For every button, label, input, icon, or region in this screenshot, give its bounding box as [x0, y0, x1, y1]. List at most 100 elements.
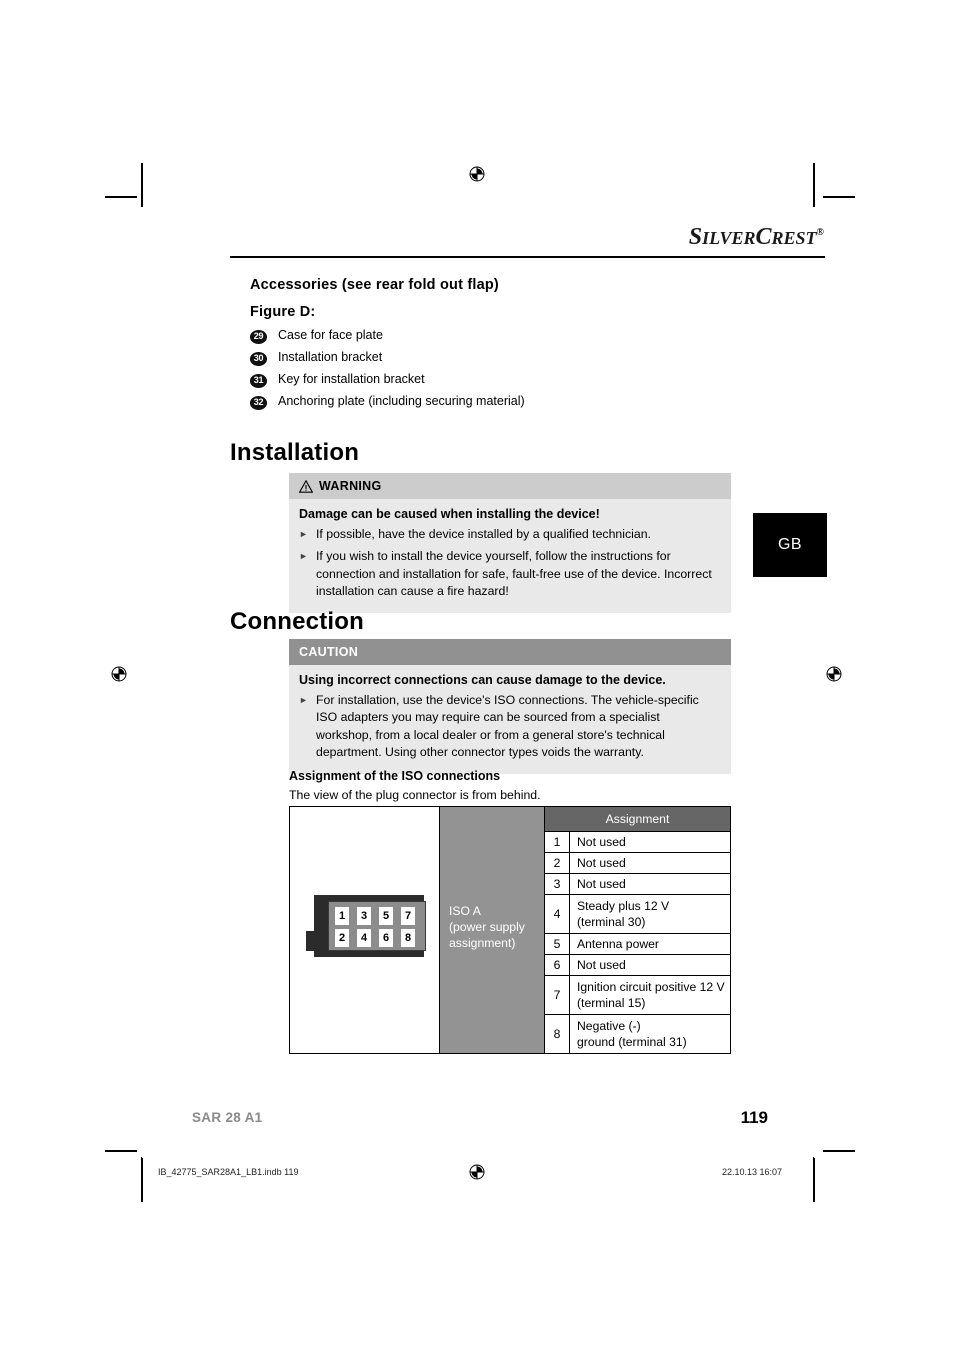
iso-group-label-line3: assignment) [449, 936, 516, 951]
assignment-line1: Not used [577, 876, 626, 891]
connector-pin: 7 [401, 907, 415, 925]
table-row: 6 Not used [545, 955, 730, 976]
brand-s: S [688, 224, 703, 250]
table-row: 2 Not used [545, 853, 730, 874]
brand-logo: SILVERCREST® [689, 224, 824, 251]
brand-ilver: ILVER [702, 228, 756, 248]
assignment-line2: ground (terminal 31) [577, 1035, 687, 1049]
assignment-line1: Not used [577, 855, 626, 870]
header-divider [230, 256, 825, 258]
warning-notice-header: WARNING [289, 473, 731, 499]
item-number-badge: 31 [250, 374, 267, 388]
page-number: 119 [740, 1108, 768, 1127]
assignment-line1: Steady plus 12 V [577, 898, 670, 913]
caution-notice-box: CAUTION Using incorrect connections can … [289, 639, 731, 774]
assignment-line2: (terminal 15) [577, 996, 646, 1010]
pin-number: 3 [545, 874, 570, 894]
warning-notice-title: Damage can be caused when installing the… [299, 507, 600, 521]
connector-housing: 1 3 5 7 2 4 6 8 [314, 895, 426, 957]
assignment-line2: (terminal 30) [577, 915, 646, 929]
caution-notice-title: Using incorrect connections can cause da… [299, 673, 666, 687]
caution-bullet-text: For installation, use the device's ISO c… [316, 693, 699, 760]
pin-assignment: Antenna power [570, 934, 730, 954]
pin-assignment: Not used [570, 832, 730, 852]
warning-bullet: ► If possible, have the device installed… [299, 526, 719, 543]
iso-group-label-line2: (power supply [449, 920, 525, 935]
registration-mark-left [111, 666, 127, 682]
iso-connector-diagram: 1 3 5 7 2 4 6 8 [306, 895, 426, 957]
pin-number: 5 [545, 934, 570, 954]
item-number-badge: 29 [250, 330, 267, 344]
crop-mark-bottom-right-h [823, 1150, 855, 1152]
warning-notice-header-label: WARNING [319, 479, 382, 493]
language-tab-gb: GB [753, 513, 827, 577]
assignment-subheading: Assignment of the ISO connections [289, 769, 501, 783]
connection-heading: Connection [230, 608, 364, 635]
caution-notice-body: Using incorrect connections can cause da… [289, 665, 731, 774]
list-item: 29 Case for face plate [250, 328, 710, 350]
list-item: 31 Key for installation bracket [250, 372, 710, 394]
iso-group-label-line1: ISO A [449, 904, 481, 918]
triangle-bullet-icon: ► [299, 529, 308, 539]
item-label: Case for face plate [278, 328, 383, 342]
crop-mark-top-left-h [105, 196, 137, 198]
connector-pin: 5 [379, 907, 393, 925]
iso-assignment-table: 1 3 5 7 2 4 6 8 ISO A (power supply assi… [289, 806, 731, 1054]
table-row: 7 Ignition circuit positive 12 V (termin… [545, 976, 730, 1015]
item-number-badge: 32 [250, 396, 267, 410]
connector-pin: 2 [335, 929, 349, 947]
print-source-file: IB_42775_SAR28A1_LB1.indb 119 [158, 1167, 299, 1177]
warning-notice-body: Damage can be caused when installing the… [289, 499, 731, 613]
warning-triangle-icon [299, 479, 313, 493]
registration-mark-bottom [469, 1164, 485, 1180]
iso-group-label-cell: ISO A (power supply assignment) [440, 807, 545, 1053]
pin-number: 6 [545, 955, 570, 975]
pin-assignment: Ignition circuit positive 12 V (terminal… [570, 976, 730, 1014]
pin-assignment: Not used [570, 853, 730, 873]
item-label: Anchoring plate (including securing mate… [278, 394, 525, 408]
table-row: 1 Not used [545, 832, 730, 853]
pin-assignment: Negative (-) ground (terminal 31) [570, 1015, 730, 1053]
installation-heading: Installation [230, 439, 360, 466]
connector-pin: 4 [357, 929, 371, 947]
pin-assignment: Not used [570, 874, 730, 894]
pin-number: 8 [545, 1015, 570, 1053]
pin-assignment: Not used [570, 955, 730, 975]
warning-notice-box: WARNING Damage can be caused when instal… [289, 473, 731, 613]
assignment-line1: Negative (-) [577, 1018, 641, 1033]
assignment-line1: Ignition circuit positive 12 V [577, 979, 725, 994]
print-timestamp: 22.10.13 16:07 [721, 1167, 782, 1177]
connector-diagram-cell: 1 3 5 7 2 4 6 8 [290, 807, 440, 1053]
warning-bullet-text: If you wish to install the device yourse… [316, 549, 712, 599]
assignment-line1: Antenna power [577, 936, 659, 951]
pin-number: 4 [545, 895, 570, 933]
footer-model-name: SAR 28 A1 [192, 1110, 263, 1125]
pin-number: 7 [545, 976, 570, 1014]
crop-mark-top-right-v [813, 163, 815, 207]
accessories-list: 29 Case for face plate 30 Installation b… [250, 328, 710, 416]
crop-mark-bottom-left-h [105, 1150, 137, 1152]
warning-bullet: ► If you wish to install the device your… [299, 548, 719, 600]
connector-pin: 8 [401, 929, 415, 947]
pin-number: 1 [545, 832, 570, 852]
registration-mark-right [826, 666, 842, 682]
item-number-badge: 30 [250, 352, 267, 366]
item-label: Key for installation bracket [278, 372, 425, 386]
assignment-line1: Not used [577, 834, 626, 849]
brand-rest: REST [771, 228, 817, 248]
table-row: 5 Antenna power [545, 934, 730, 955]
table-column-header: Assignment [545, 807, 730, 832]
list-item: 30 Installation bracket [250, 350, 710, 372]
pin-assignment: Steady plus 12 V (terminal 30) [570, 895, 730, 933]
manual-page: SILVERCREST® Accessories (see rear fold … [0, 0, 954, 1350]
registered-trademark-icon: ® [816, 227, 824, 238]
connector-pin: 6 [379, 929, 393, 947]
triangle-bullet-icon: ► [299, 551, 308, 562]
crop-mark-top-right-h [823, 196, 855, 198]
triangle-bullet-icon: ► [299, 695, 308, 705]
list-item: 32 Anchoring plate (including securing m… [250, 394, 710, 416]
connector-pin: 3 [357, 907, 371, 925]
item-label: Installation bracket [278, 350, 383, 364]
assignment-line1: Not used [577, 957, 626, 972]
connector-pin: 1 [335, 907, 349, 925]
